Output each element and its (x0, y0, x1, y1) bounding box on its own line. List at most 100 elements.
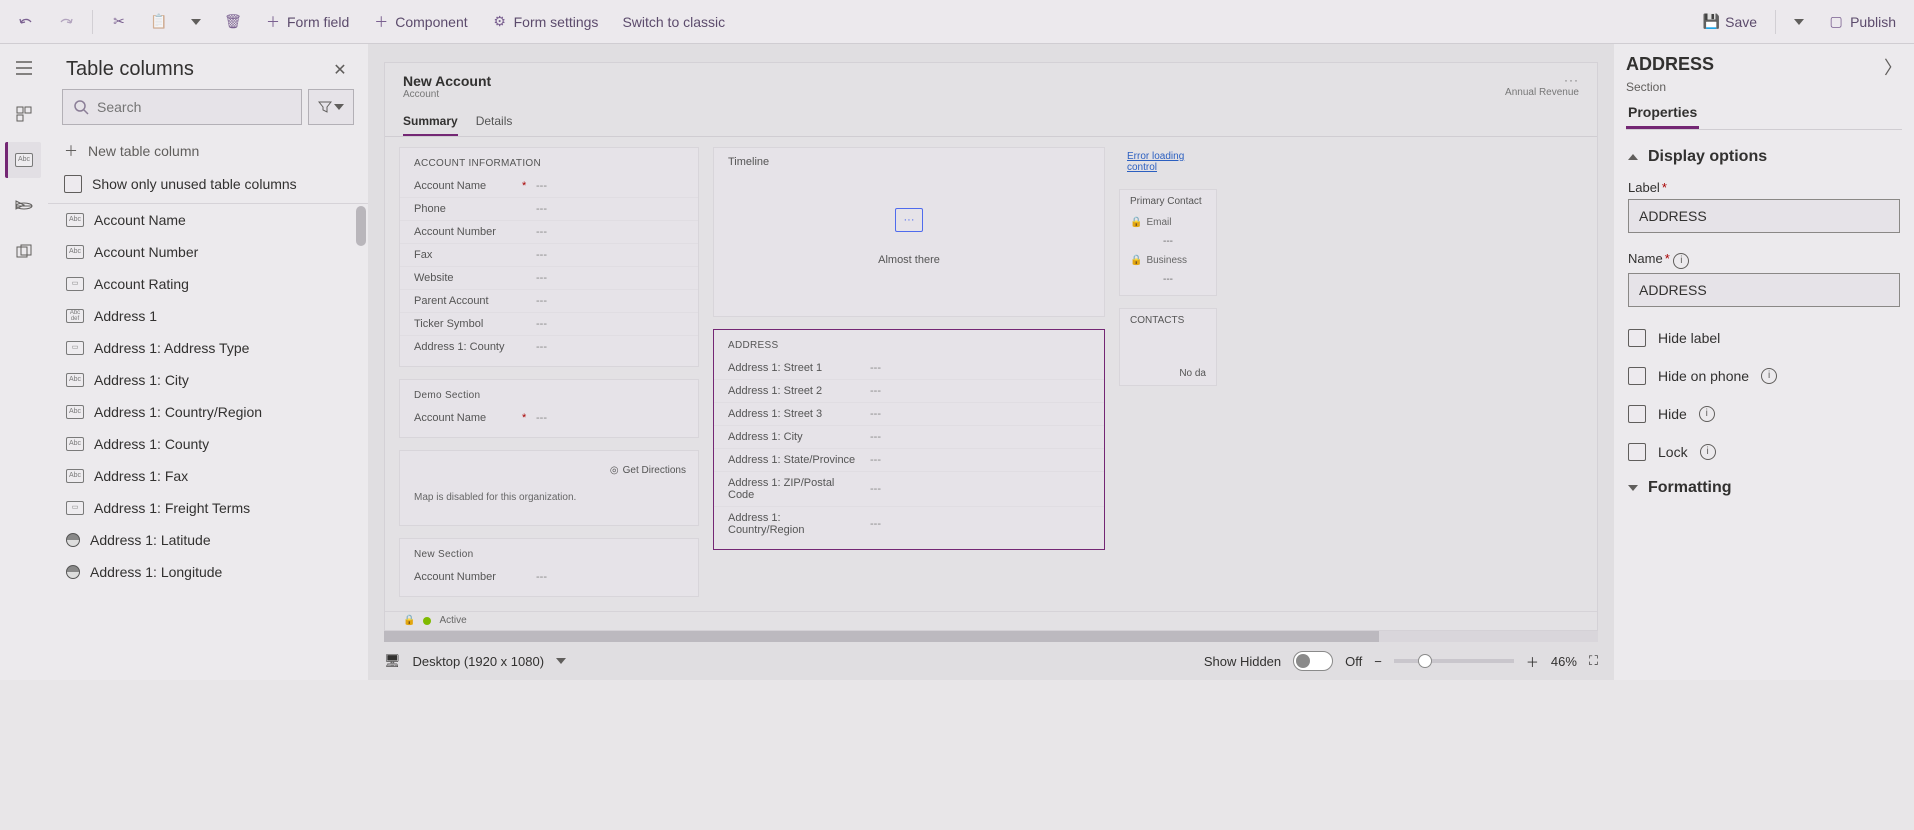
column-item[interactable]: AbcAccount Name (48, 204, 368, 236)
components-rail-button[interactable] (6, 96, 42, 132)
column-label: Account Name (94, 212, 186, 228)
column-item[interactable]: AbcAddress 1: Country/Region (48, 396, 368, 428)
add-form-field-button[interactable]: ＋Form field (255, 8, 359, 36)
hamburger-button[interactable] (6, 50, 42, 86)
new-table-column-button[interactable]: ＋ New table column (48, 133, 368, 169)
form-settings-button[interactable]: ⚙Form settings (482, 8, 609, 36)
undo-button[interactable] (8, 8, 44, 36)
form-field-row[interactable]: Address 1: ZIP/Postal Code--- (714, 472, 1104, 507)
paste-button[interactable]: 📋 (141, 8, 177, 36)
hide-checkbox[interactable] (1628, 405, 1646, 423)
lock-checkbox[interactable] (1628, 443, 1646, 461)
save-button[interactable]: 💾Save (1693, 8, 1767, 36)
form-field-row[interactable]: Account Number--- (400, 221, 698, 244)
label-input[interactable] (1628, 199, 1900, 233)
header-field-label: Annual Revenue (1505, 87, 1579, 98)
add-component-button[interactable]: ＋Component (363, 8, 477, 36)
zoom-value: 46% (1551, 654, 1577, 669)
form-field-row[interactable]: Address 1: County--- (400, 336, 698, 358)
search-box[interactable] (62, 89, 302, 125)
scrollbar-thumb[interactable] (356, 206, 366, 246)
info-icon[interactable]: i (1761, 368, 1777, 384)
publish-button[interactable]: ▢Publish (1818, 8, 1906, 36)
show-unused-checkbox[interactable] (64, 175, 82, 193)
column-item[interactable]: Abc defAddress 1 (48, 300, 368, 332)
properties-tab[interactable]: Properties (1626, 104, 1699, 129)
form-field-row[interactable]: Address 1: City--- (714, 426, 1104, 449)
device-dropdown[interactable] (556, 658, 566, 664)
form-field-row[interactable]: Address 1: State/Province--- (714, 449, 1104, 472)
primary-contact-card[interactable]: Primary Contact 🔒Email --- 🔒Business --- (1119, 189, 1217, 296)
section-new[interactable]: New Section Account Number--- (399, 538, 699, 597)
canvas-horizontal-scrollbar[interactable] (384, 631, 1598, 642)
form-field-row[interactable]: Address 1: Street 3--- (714, 403, 1104, 426)
formatting-header[interactable]: Formatting (1626, 471, 1902, 505)
expand-properties-button[interactable]: 〉 (1884, 54, 1902, 80)
zoom-out-button[interactable]: − (1374, 654, 1382, 669)
column-item[interactable]: ▭Account Rating (48, 268, 368, 300)
form-field-row[interactable]: Address 1: Country/Region--- (714, 507, 1104, 541)
fit-to-screen-button[interactable]: ⛶ (1589, 653, 1598, 669)
option-icon: ▭ (66, 341, 84, 355)
column-item[interactable]: Address 1: Latitude (48, 524, 368, 556)
form-field-row[interactable]: Address 1: Street 1--- (714, 357, 1104, 380)
redo-button[interactable] (48, 8, 84, 36)
filter-button[interactable] (308, 89, 354, 125)
libraries-rail-button[interactable] (6, 234, 42, 270)
column-item[interactable]: Address 1: Longitude (48, 556, 368, 588)
column-item[interactable]: AbcAddress 1: City (48, 364, 368, 396)
section-map[interactable]: ◎ Get Directions Map is disabled for thi… (399, 450, 699, 526)
columns-rail-button[interactable]: Abc (5, 142, 41, 178)
zoom-slider[interactable] (1394, 659, 1514, 663)
header-overflow-icon[interactable]: ··· (1505, 73, 1579, 87)
form-field-row[interactable]: Account Name*--- (400, 175, 698, 198)
column-item[interactable]: ▭Address 1: Freight Terms (48, 492, 368, 524)
paste-dropdown[interactable] (181, 13, 211, 31)
section-address[interactable]: ADDRESS Address 1: Street 1---Address 1:… (713, 329, 1105, 550)
tree-rail-button[interactable] (6, 188, 42, 224)
cut-button[interactable]: ✂ (101, 8, 137, 36)
section-account-information[interactable]: ACCOUNT INFORMATION Account Name*---Phon… (399, 147, 699, 367)
info-icon[interactable]: i (1700, 444, 1716, 460)
section-timeline[interactable]: Timeline ··· Almost there (713, 147, 1105, 317)
search-input[interactable] (97, 99, 291, 115)
form-field-row[interactable]: Address 1: Street 2--- (714, 380, 1104, 403)
form-field-row[interactable]: Account Number--- (400, 566, 698, 588)
form-field-row[interactable]: Website--- (400, 267, 698, 290)
switch-classic-label: Switch to classic (622, 14, 725, 30)
switch-to-classic-button[interactable]: Switch to classic (612, 8, 735, 36)
column-item[interactable]: AbcAddress 1: Fax (48, 460, 368, 492)
close-panel-button[interactable]: ✕ (330, 60, 350, 80)
form-field-row[interactable]: Parent Account--- (400, 290, 698, 313)
column-label: Address 1: Address Type (94, 340, 249, 356)
name-input[interactable] (1628, 273, 1900, 307)
section-demo[interactable]: Demo Section Account Name*--- (399, 379, 699, 438)
form-field-row[interactable]: Ticker Symbol--- (400, 313, 698, 336)
field-label: Parent Account (414, 295, 522, 307)
error-loading-control-link[interactable]: Error loading control (1127, 151, 1209, 173)
plus-icon: ＋ (64, 141, 78, 161)
info-icon[interactable]: i (1673, 253, 1689, 269)
delete-button[interactable]: 🗑 (215, 8, 251, 36)
column-item[interactable]: ▭ Address 1: Address Type (48, 332, 368, 364)
form-field-row[interactable]: Phone--- (400, 198, 698, 221)
save-dropdown[interactable] (1784, 13, 1814, 31)
column-item[interactable]: AbcAddress 1: County (48, 428, 368, 460)
form-tab[interactable]: Details (476, 110, 513, 136)
contacts-card[interactable]: CONTACTS No da (1119, 308, 1217, 386)
toggle-state: Off (1345, 654, 1362, 669)
map-disabled-message: Map is disabled for this organization. (400, 482, 698, 517)
zoom-in-button[interactable]: ＋ (1526, 652, 1539, 671)
form-field-row[interactable]: Fax--- (400, 244, 698, 267)
form-tab[interactable]: Summary (403, 110, 458, 136)
info-icon[interactable]: i (1699, 406, 1715, 422)
hide-on-phone-checkbox[interactable] (1628, 367, 1646, 385)
display-options-header[interactable]: Display options (1626, 140, 1902, 174)
get-directions-link[interactable]: Get Directions (623, 465, 686, 476)
status-text: Active (439, 615, 466, 626)
column-item[interactable]: AbcAccount Number (48, 236, 368, 268)
hide-label-checkbox[interactable] (1628, 329, 1646, 347)
form-field-row[interactable]: Account Name*--- (400, 407, 698, 429)
form-surface[interactable]: New Account Account ··· Annual Revenue S… (384, 62, 1598, 631)
show-hidden-toggle[interactable] (1293, 651, 1333, 671)
